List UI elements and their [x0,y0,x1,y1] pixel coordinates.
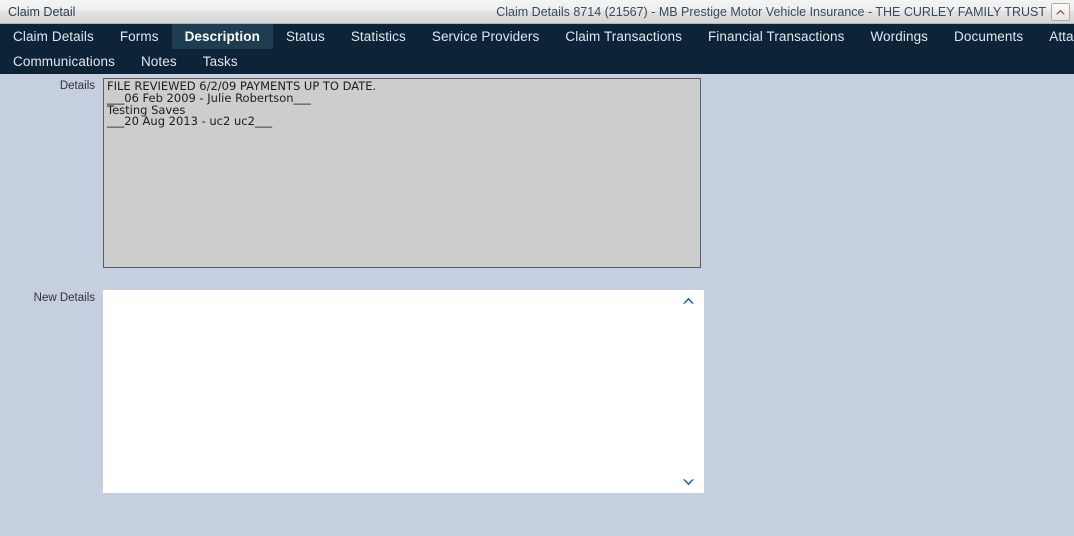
tab-wordings[interactable]: Wordings [857,24,941,49]
tab-documents[interactable]: Documents [941,24,1036,49]
tab-communications[interactable]: Communications [0,49,128,74]
tab-row-primary: Claim Details Forms Description Status S… [0,24,1074,49]
tab-claim-details[interactable]: Claim Details [0,24,107,49]
tab-financial-transactions[interactable]: Financial Transactions [695,24,858,49]
tab-tasks[interactable]: Tasks [190,49,251,74]
new-details-scroll-up-button[interactable] [673,296,704,305]
chevron-down-icon [682,478,695,487]
window-context-title: Claim Details 8714 (21567) - MB Prestige… [496,5,1046,19]
new-details-scroll-down-button[interactable] [673,478,704,487]
tab-description[interactable]: Description [171,24,273,49]
tab-service-providers[interactable]: Service Providers [419,24,553,49]
chevron-up-icon [1055,8,1066,16]
details-scroll-down-button[interactable] [700,252,701,261]
details-value: FILE REVIEWED 6/2/09 PAYMENTS UP TO DATE… [107,79,377,129]
window-title: Claim Detail [8,4,76,19]
details-scroll-up-button[interactable] [700,85,701,94]
chevron-up-icon [682,296,695,305]
new-details-field-row: New Details [0,290,704,493]
tab-status[interactable]: Status [273,24,338,49]
new-details-scrollbar[interactable] [673,290,704,493]
window-titlebar: Claim Detail Claim Details 8714 (21567) … [0,0,1074,24]
new-details-label: New Details [33,292,95,304]
tab-statistics[interactable]: Statistics [338,24,419,49]
details-label: Details [59,80,95,92]
details-textarea[interactable]: FILE REVIEWED 6/2/09 PAYMENTS UP TO DATE… [103,78,701,268]
new-details-textarea[interactable] [103,290,704,493]
tab-bar: Claim Details Forms Description Status S… [0,24,1074,74]
collapse-button[interactable] [1051,3,1070,21]
tab-claim-transactions[interactable]: Claim Transactions [552,24,695,49]
tab-content-description: Details FILE REVIEWED 6/2/09 PAYMENTS UP… [0,74,1074,536]
tab-forms[interactable]: Forms [107,24,172,49]
tab-attachments[interactable]: Attachments [1036,24,1074,49]
tab-row-secondary: Communications Notes Tasks [0,49,1074,74]
tab-notes[interactable]: Notes [128,49,190,74]
details-field-row: Details FILE REVIEWED 6/2/09 PAYMENTS UP… [0,78,701,268]
new-details-value [107,293,700,294]
details-scrollbar[interactable] [700,78,701,268]
